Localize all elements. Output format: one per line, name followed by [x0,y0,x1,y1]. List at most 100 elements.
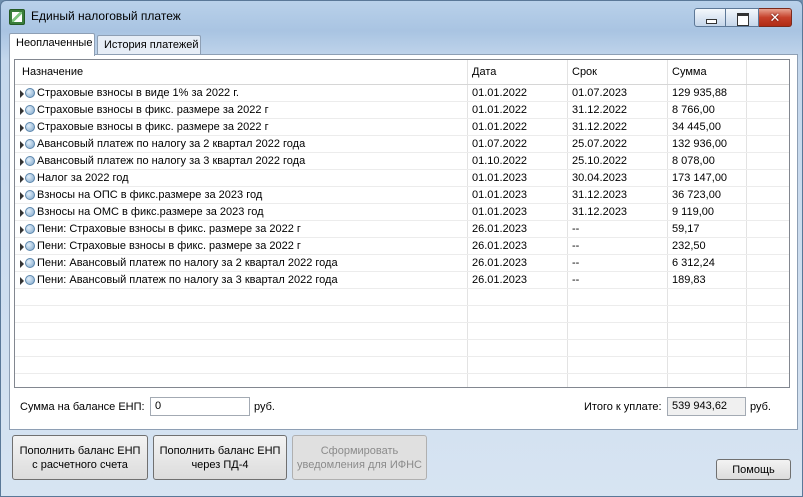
cell-due: -- [572,240,580,252]
cell-purpose: Пени: Страховые взносы в фикс. размере з… [37,223,301,235]
info-circle-icon [25,207,35,217]
cell-due: 31.12.2022 [572,121,628,133]
cell-date: 01.07.2022 [472,138,528,150]
info-circle-icon [25,241,35,251]
balance-field[interactable]: 0 [150,397,250,416]
cell-due: 31.12.2023 [572,206,628,218]
column-header-amount[interactable]: Сумма [672,66,707,78]
expand-icon[interactable] [20,192,24,200]
cell-amount: 129 935,88 [672,87,728,99]
table-row[interactable]: Взносы на ОМС в фикс.размере за 2023 год… [15,204,789,221]
expand-icon[interactable] [20,175,24,183]
column-header-due[interactable]: Срок [572,66,597,78]
cell-due: -- [572,257,580,269]
cell-due: -- [572,223,580,235]
topup-pd4-button[interactable]: Пополнить баланс ЕНП через ПД-4 [153,435,287,480]
expand-icon[interactable] [20,90,24,98]
table-row[interactable]: Страховые взносы в фикс. размере за 2022… [15,119,789,136]
table-row[interactable]: Страховые взносы в виде 1% за 2022 г. 01.… [15,85,789,102]
info-circle-icon [25,156,35,166]
tab-unpaid[interactable]: Неоплаченные [9,33,95,56]
info-circle-icon [25,105,35,115]
cell-due: 25.07.2022 [572,138,628,150]
cell-purpose: Пени: Страховые взносы в фикс. размере з… [37,240,301,252]
cell-amount: 36 723,00 [672,189,721,201]
table-row[interactable]: Страховые взносы в фикс. размере за 2022… [15,102,789,119]
tab-payment-history[interactable]: История платежей [97,35,201,55]
table-body: Страховые взносы в виде 1% за 2022 г. 01.… [15,85,789,387]
info-circle-icon [25,190,35,200]
balance-unit: руб. [254,401,275,413]
table-row-empty [15,357,789,374]
table-row-empty [15,323,789,340]
cell-date: 26.01.2023 [472,274,528,286]
expand-icon[interactable] [20,124,24,132]
total-unit: руб. [750,401,771,413]
info-circle-icon [25,88,35,98]
info-circle-icon [25,139,35,149]
cell-date: 01.01.2022 [472,87,528,99]
maximize-button[interactable] [726,8,759,27]
expand-icon[interactable] [20,277,24,285]
cell-date: 26.01.2023 [472,240,528,252]
close-button[interactable]: ✕ [759,8,792,27]
cell-date: 01.10.2022 [472,155,528,167]
expand-icon[interactable] [20,260,24,268]
cell-purpose: Пени: Авансовый платеж по налогу за 2 кв… [37,257,338,269]
table-row-empty [15,340,789,357]
expand-icon[interactable] [20,226,24,234]
table-row[interactable]: Авансовый платеж по налогу за 2 квартал … [15,136,789,153]
payments-table[interactable]: Назначение Дата Срок Сумма Страховые взн… [14,59,790,388]
cell-date: 26.01.2023 [472,257,528,269]
cell-due: -- [572,274,580,286]
info-circle-icon [25,258,35,268]
cell-date: 01.01.2023 [472,189,528,201]
cell-purpose: Страховые взносы в фикс. размере за 2022… [37,121,269,133]
cell-due: 30.04.2023 [572,172,628,184]
help-button[interactable]: Помощь [716,459,791,480]
table-row[interactable]: Пени: Страховые взносы в фикс. размере з… [15,221,789,238]
expand-icon[interactable] [20,243,24,251]
column-header-date[interactable]: Дата [472,66,496,78]
cell-purpose: Страховые взносы в фикс. размере за 2022… [37,104,269,116]
cell-due: 31.12.2022 [572,104,628,116]
table-row[interactable]: Взносы на ОПС в фикс.размере за 2023 год… [15,187,789,204]
table-row[interactable]: Пени: Авансовый платеж по налогу за 3 кв… [15,272,789,289]
expand-icon[interactable] [20,158,24,166]
info-circle-icon [25,275,35,285]
table-row-empty [15,289,789,306]
cell-purpose: Пени: Авансовый платеж по налогу за 3 кв… [37,274,338,286]
cell-purpose: Авансовый платеж по налогу за 2 квартал … [37,138,306,150]
expand-icon[interactable] [20,107,24,115]
table-header: Назначение Дата Срок Сумма [15,60,789,85]
table-row[interactable]: Авансовый платеж по налогу за 3 квартал … [15,153,789,170]
table-row[interactable]: Налог за 2022 год 01.01.2023 30.04.2023 173… [15,170,789,187]
cell-amount: 132 936,00 [672,138,728,150]
table-row[interactable]: Пени: Страховые взносы в фикс. размере з… [15,238,789,255]
minimize-button[interactable] [694,8,726,27]
column-header-purpose[interactable]: Назначение [22,66,83,78]
cell-amount: 59,17 [672,223,700,235]
close-icon: ✕ [769,10,781,25]
cell-amount: 189,83 [672,274,706,286]
cell-amount: 173 147,00 [672,172,728,184]
info-circle-icon [25,173,35,183]
info-circle-icon [25,224,35,234]
table-row[interactable]: Пени: Авансовый платеж по налогу за 2 кв… [15,255,789,272]
cell-date: 01.01.2023 [472,172,528,184]
cell-amount: 8 766,00 [672,104,715,116]
cell-purpose: Взносы на ОПС в фикс.размере за 2023 год [37,189,263,201]
window-title: Единый налоговый платеж [31,9,181,23]
cell-purpose: Страховые взносы в виде 1% за 2022 г. [37,87,239,99]
title-bar[interactable]: Единый налоговый платеж ✕ [1,1,802,31]
cell-date: 01.01.2023 [472,206,528,218]
cell-amount: 8 078,00 [672,155,715,167]
cell-date: 26.01.2023 [472,223,528,235]
cell-date: 01.01.2022 [472,121,528,133]
cell-amount: 232,50 [672,240,706,252]
total-field: 539 943,62 [667,397,746,416]
topup-from-account-button[interactable]: Пополнить баланс ЕНП с расчетного счета [12,435,148,480]
total-label: Итого к уплате: [584,401,662,413]
expand-icon[interactable] [20,209,24,217]
expand-icon[interactable] [20,141,24,149]
